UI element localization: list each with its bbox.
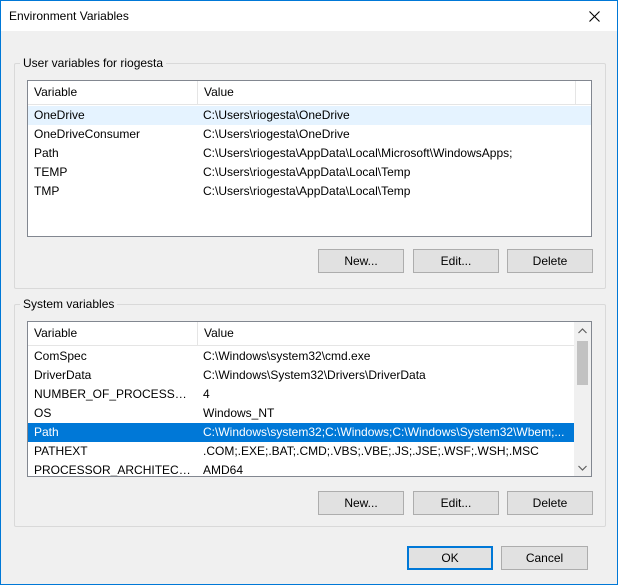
variable-cell: TEMP xyxy=(34,165,68,179)
user-delete-button[interactable]: Delete xyxy=(507,249,593,273)
chevron-down-icon xyxy=(578,465,587,471)
system-edit-button[interactable]: Edit... xyxy=(413,491,499,515)
value-cell: C:\Users\riogesta\OneDrive xyxy=(203,127,350,141)
scroll-down-button[interactable] xyxy=(574,459,591,476)
window-title: Environment Variables xyxy=(9,9,129,23)
system-list-rows: ComSpec C:\Windows\system32\cmd.exe Driv… xyxy=(28,347,574,477)
table-row[interactable]: PROCESSOR_ARCHITECTURE AMD64 xyxy=(28,461,574,477)
table-row[interactable]: Path C:\Users\riogesta\AppData\Local\Mic… xyxy=(28,144,591,163)
table-row[interactable]: TEMP C:\Users\riogesta\AppData\Local\Tem… xyxy=(28,163,591,182)
variable-cell: PATHEXT xyxy=(34,444,88,458)
chevron-up-icon xyxy=(578,327,587,333)
variable-cell: Path xyxy=(34,146,59,160)
table-row[interactable]: NUMBER_OF_PROCESSORS 4 xyxy=(28,385,574,404)
value-cell: 4 xyxy=(203,387,210,401)
column-header-value[interactable]: Value xyxy=(198,322,576,346)
value-cell: C:\Users\riogesta\AppData\Local\Temp xyxy=(203,184,411,198)
system-variables-group: System variables Variable Value ComSpec … xyxy=(14,297,606,527)
table-row[interactable]: TMP C:\Users\riogesta\AppData\Local\Temp xyxy=(28,182,591,201)
user-edit-button[interactable]: Edit... xyxy=(413,249,499,273)
value-cell: C:\Windows\system32;C:\Windows;C:\Window… xyxy=(203,425,565,439)
table-row[interactable]: DriverData C:\Windows\System32\Drivers\D… xyxy=(28,366,574,385)
value-cell: C:\Windows\system32\cmd.exe xyxy=(203,349,371,363)
scroll-thumb[interactable] xyxy=(577,341,588,385)
close-button[interactable] xyxy=(571,1,617,31)
table-row[interactable]: OneDrive C:\Users\riogesta\OneDrive xyxy=(28,106,591,125)
variable-cell: TMP xyxy=(34,184,60,198)
environment-variables-dialog: Environment Variables User variables for… xyxy=(0,0,618,585)
system-variables-label: System variables xyxy=(20,297,118,311)
value-cell: C:\Users\riogesta\OneDrive xyxy=(203,108,350,122)
value-cell: .COM;.EXE;.BAT;.CMD;.VBS;.VBE;.JS;.JSE;.… xyxy=(203,444,539,458)
variable-cell: OS xyxy=(34,406,52,420)
cancel-button[interactable]: Cancel xyxy=(501,546,588,570)
value-cell: C:\Windows\System32\Drivers\DriverData xyxy=(203,368,426,382)
value-cell: AMD64 xyxy=(203,463,244,477)
table-row[interactable]: OS Windows_NT xyxy=(28,404,574,423)
column-header-variable[interactable]: Variable xyxy=(28,322,198,346)
column-header-value[interactable]: Value xyxy=(198,81,576,105)
value-cell: C:\Users\riogesta\AppData\Local\Temp xyxy=(203,165,411,179)
system-new-button[interactable]: New... xyxy=(318,491,404,515)
system-delete-button[interactable]: Delete xyxy=(507,491,593,515)
variable-cell: OneDrive xyxy=(34,108,85,122)
variable-cell: DriverData xyxy=(34,368,92,382)
system-list-header: Variable Value xyxy=(28,322,576,346)
variable-cell: OneDriveConsumer xyxy=(34,127,141,141)
table-row-selected[interactable]: Path C:\Windows\system32;C:\Windows;C:\W… xyxy=(28,423,574,442)
user-new-button[interactable]: New... xyxy=(318,249,404,273)
user-variables-list[interactable]: Variable Value OneDrive C:\Users\riogest… xyxy=(27,80,592,237)
variable-cell: NUMBER_OF_PROCESSORS xyxy=(34,387,194,401)
ok-button[interactable]: OK xyxy=(407,546,493,570)
user-variables-label: User variables for riogesta xyxy=(20,56,167,70)
column-header-variable[interactable]: Variable xyxy=(28,81,198,105)
value-cell: C:\Users\riogesta\AppData\Local\Microsof… xyxy=(203,146,513,160)
value-cell: Windows_NT xyxy=(203,406,275,420)
variable-cell: Path xyxy=(34,425,59,439)
table-row[interactable]: PATHEXT .COM;.EXE;.BAT;.CMD;.VBS;.VBE;.J… xyxy=(28,442,574,461)
close-icon xyxy=(588,10,600,22)
title-bar: Environment Variables xyxy=(1,1,617,31)
variable-cell: PROCESSOR_ARCHITECTURE xyxy=(34,463,194,477)
table-row[interactable]: ComSpec C:\Windows\system32\cmd.exe xyxy=(28,347,574,366)
table-row[interactable]: OneDriveConsumer C:\Users\riogesta\OneDr… xyxy=(28,125,591,144)
system-list-scrollbar[interactable] xyxy=(574,322,591,476)
system-variables-list[interactable]: Variable Value ComSpec C:\Windows\system… xyxy=(27,321,592,477)
user-list-rows: OneDrive C:\Users\riogesta\OneDrive OneD… xyxy=(28,106,591,201)
user-variables-group: User variables for riogesta Variable Val… xyxy=(14,56,606,289)
user-list-header: Variable Value xyxy=(28,81,591,105)
variable-cell: ComSpec xyxy=(34,349,87,363)
scroll-up-button[interactable] xyxy=(574,322,591,339)
